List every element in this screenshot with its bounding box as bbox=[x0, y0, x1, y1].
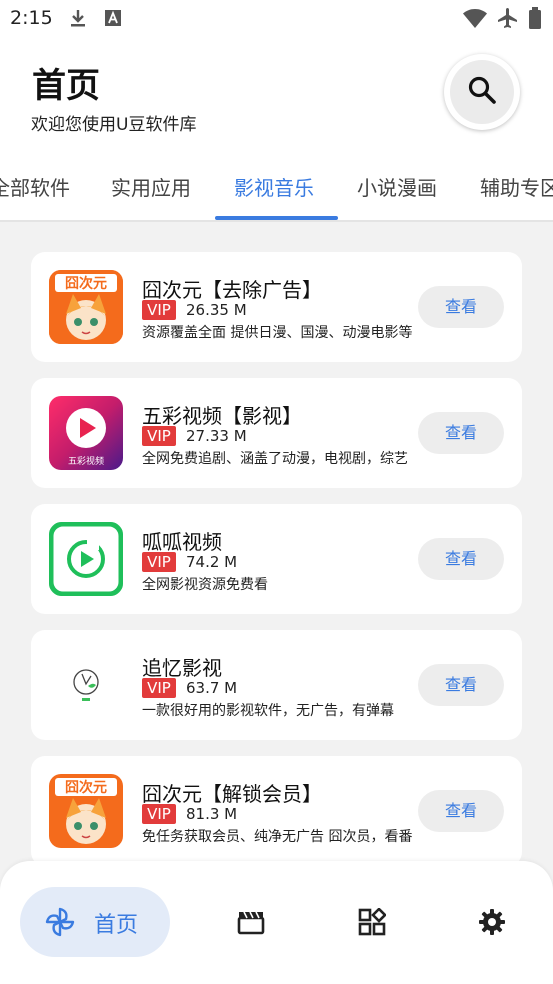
wifi-icon bbox=[462, 7, 488, 33]
page-subtitle: 欢迎您使用U豆软件库 bbox=[31, 115, 197, 135]
app-description: 全网影视资源免费看 bbox=[142, 577, 268, 593]
header-area: 2:15 首页 欢迎您使用U豆软件库 全部软件 实用应用 影视音乐 小说漫画 辅… bbox=[0, 0, 553, 222]
view-button[interactable]: 查看 bbox=[418, 664, 504, 706]
gear-icon[interactable] bbox=[478, 908, 506, 940]
app-size: 27.33 M bbox=[186, 427, 247, 445]
category-tabs: 全部软件 实用应用 影视音乐 小说漫画 辅助专区 bbox=[0, 160, 553, 222]
vip-badge: VIP bbox=[142, 804, 176, 824]
app-name: 追忆影视 bbox=[142, 656, 222, 680]
pinwheel-icon bbox=[44, 906, 76, 942]
app-name: 囧次元【去除广告】 bbox=[142, 278, 322, 302]
app-icon-logo-text: 囧次元 bbox=[65, 779, 107, 796]
app-card[interactable]: 囧次元 囧次元【去除广告】 VIP 26.35 M 资源覆盖全面 提供日漫、国漫… bbox=[31, 252, 522, 362]
nav-home-label: 首页 bbox=[94, 913, 139, 938]
app-icon-jiongciyuan: 囧次元 bbox=[49, 774, 123, 848]
vip-badge: VIP bbox=[142, 552, 176, 572]
app-card[interactable]: 呱呱视频 VIP 74.2 M 全网影视资源免费看 查看 bbox=[31, 504, 522, 614]
vip-badge: VIP bbox=[142, 300, 176, 320]
page-title: 首页 bbox=[32, 66, 100, 106]
app-icon-zhuiyi-film bbox=[49, 648, 123, 722]
tabs-divider bbox=[0, 220, 553, 222]
tab-utility-apps[interactable]: 实用应用 bbox=[111, 172, 191, 201]
view-button[interactable]: 查看 bbox=[418, 412, 504, 454]
vip-badge: VIP bbox=[142, 678, 176, 698]
app-description: 一款很好用的影视软件，无广告，有弹幕 bbox=[142, 703, 394, 719]
tab-assist-zone[interactable]: 辅助专区 bbox=[480, 172, 553, 201]
status-bar: 2:15 bbox=[0, 0, 553, 38]
bottom-nav: 首页 bbox=[0, 861, 553, 984]
view-button[interactable]: 查看 bbox=[418, 538, 504, 580]
app-size: 74.2 M bbox=[186, 553, 238, 571]
search-button[interactable] bbox=[444, 54, 520, 130]
view-button[interactable]: 查看 bbox=[418, 790, 504, 832]
app-size: 81.3 M bbox=[186, 805, 238, 823]
search-icon bbox=[467, 75, 497, 109]
app-icon-wucai-video: 五彩视频 bbox=[49, 396, 123, 470]
search-button-inner bbox=[450, 60, 514, 124]
airplane-icon bbox=[496, 6, 520, 34]
font-icon bbox=[104, 8, 122, 32]
status-time: 2:15 bbox=[10, 7, 53, 29]
download-icon bbox=[68, 8, 88, 32]
app-icon-guagua-video bbox=[49, 522, 123, 596]
clapperboard-icon[interactable] bbox=[237, 909, 265, 939]
app-card[interactable]: 追忆影视 VIP 63.7 M 一款很好用的影视软件，无广告，有弹幕 查看 bbox=[31, 630, 522, 740]
app-size: 63.7 M bbox=[186, 679, 238, 697]
app-name: 呱呱视频 bbox=[142, 530, 222, 554]
battery-icon bbox=[528, 7, 542, 33]
tab-novel-comic[interactable]: 小说漫画 bbox=[357, 172, 437, 201]
vip-badge: VIP bbox=[142, 426, 176, 446]
app-name: 囧次元【解锁会员】 bbox=[142, 782, 322, 806]
apps-icon[interactable] bbox=[358, 907, 387, 940]
app-icon-jiongciyuan: 囧次元 bbox=[49, 270, 123, 344]
tab-film-music[interactable]: 影视音乐 bbox=[234, 172, 314, 201]
app-card[interactable]: 囧次元 囧次元【解锁会员】 VIP 81.3 M 免任务获取会员、纯净无广告 囧… bbox=[31, 756, 522, 866]
app-card[interactable]: 五彩视频 五彩视频【影视】 VIP 27.33 M 全网免费追剧、涵盖了动漫，电… bbox=[31, 378, 522, 488]
tab-all-software[interactable]: 全部软件 bbox=[0, 172, 70, 201]
app-description: 全网免费追剧、涵盖了动漫，电视剧，综艺 bbox=[142, 451, 408, 467]
app-description: 资源覆盖全面 提供日漫、国漫、动漫电影等 bbox=[142, 325, 413, 341]
nav-home-button[interactable]: 首页 bbox=[20, 887, 170, 957]
view-button[interactable]: 查看 bbox=[418, 286, 504, 328]
app-description: 免任务获取会员、纯净无广告 囧次员，看番 bbox=[142, 829, 413, 845]
app-size: 26.35 M bbox=[186, 301, 247, 319]
app-icon-logo-text: 囧次元 bbox=[65, 275, 107, 292]
app-name: 五彩视频【影视】 bbox=[142, 404, 302, 428]
app-icon-logo-text: 五彩视频 bbox=[68, 455, 104, 467]
